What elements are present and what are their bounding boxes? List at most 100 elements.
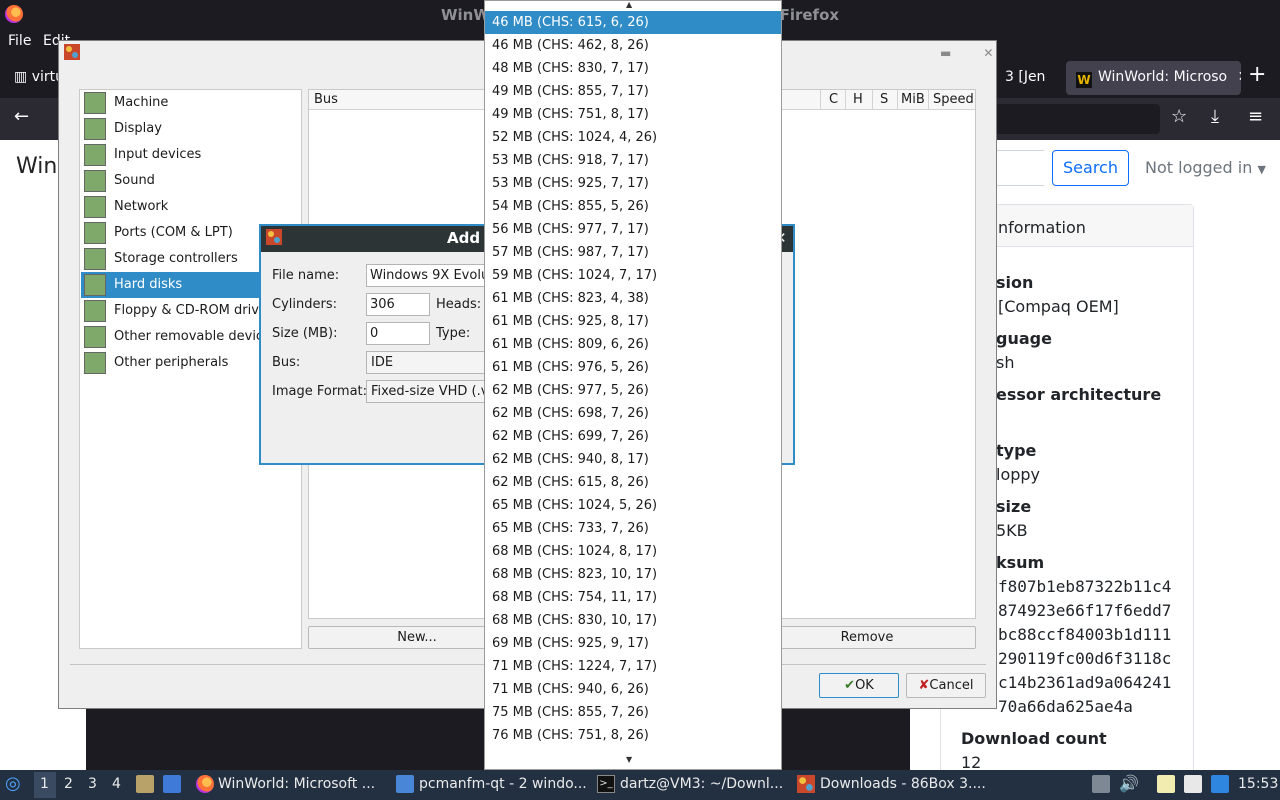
dropdown-option[interactable]: 53 MB (CHS: 918, 7, 17) bbox=[485, 149, 781, 172]
bus-select[interactable]: IDE bbox=[366, 351, 488, 374]
file-name-input[interactable]: Windows 9X Evolut bbox=[366, 264, 488, 287]
desktop-2[interactable]: 2 bbox=[64, 776, 73, 792]
dropdown-option[interactable]: 71 MB (CHS: 1224, 7, 17) bbox=[485, 655, 781, 678]
dropdown-option[interactable]: 65 MB (CHS: 733, 7, 26) bbox=[485, 517, 781, 540]
dropdown-option[interactable]: 61 MB (CHS: 925, 8, 17) bbox=[485, 310, 781, 333]
dropdown-option[interactable]: 46 MB (CHS: 615, 6, 26) bbox=[485, 11, 781, 34]
tab-winworld[interactable]: W WinWorld: Microso ✕ bbox=[1066, 61, 1241, 95]
info-label: guage bbox=[996, 329, 1052, 348]
close-tab-icon[interactable]: ✕ bbox=[1238, 69, 1241, 85]
minimize-icon[interactable]: ▬ bbox=[940, 46, 983, 60]
cylinders-input[interactable]: 306 bbox=[366, 293, 430, 316]
dropdown-option[interactable]: 68 MB (CHS: 1024, 8, 17) bbox=[485, 540, 781, 563]
column-divider bbox=[897, 90, 898, 110]
cancel-button[interactable]: ✘Cancel bbox=[906, 673, 986, 698]
scroll-up-icon[interactable]: ▲ bbox=[626, 0, 632, 9]
dropdown-option[interactable]: 48 MB (CHS: 830, 7, 17) bbox=[485, 57, 781, 80]
remove-disk-button[interactable]: Remove bbox=[758, 626, 976, 649]
ok-label: OK bbox=[855, 678, 874, 693]
site-search-input[interactable] bbox=[994, 150, 1044, 186]
dropdown-option[interactable]: 61 MB (CHS: 809, 6, 26) bbox=[485, 333, 781, 356]
dropdown-option[interactable]: 62 MB (CHS: 977, 5, 26) bbox=[485, 379, 781, 402]
dropdown-option[interactable]: 75 MB (CHS: 855, 7, 26) bbox=[485, 701, 781, 724]
desktop-1[interactable]: 1 bbox=[40, 776, 49, 792]
sidebar-item-machine[interactable]: Machine bbox=[81, 90, 302, 116]
column-s[interactable]: S bbox=[880, 92, 888, 107]
login-dropdown[interactable]: Not logged in ▼ bbox=[1145, 158, 1266, 177]
image-format-select[interactable]: Fixed-size VHD (.vh bbox=[366, 380, 488, 403]
floppy-cdrom-icon bbox=[84, 300, 106, 322]
start-menu-icon[interactable]: ◎ bbox=[5, 773, 21, 794]
new-tab-icon[interactable]: + bbox=[1248, 62, 1266, 87]
close-icon[interactable]: ✕ bbox=[983, 46, 1025, 60]
dropdown-option[interactable]: 68 MB (CHS: 754, 11, 17) bbox=[485, 586, 781, 609]
dropdown-option[interactable]: 54 MB (CHS: 855, 5, 26) bbox=[485, 195, 781, 218]
sidebar-item-input-devices[interactable]: Input devices bbox=[81, 142, 302, 168]
dropdown-option[interactable]: 56 MB (CHS: 977, 7, 17) bbox=[485, 218, 781, 241]
desktop-3[interactable]: 3 bbox=[88, 776, 97, 792]
dropdown-option[interactable]: 62 MB (CHS: 940, 8, 17) bbox=[485, 448, 781, 471]
hamburger-menu-icon[interactable]: ≡ bbox=[1248, 106, 1263, 127]
tray-device-icon[interactable] bbox=[1184, 775, 1202, 793]
dropdown-option[interactable]: 52 MB (CHS: 1024, 4, 26) bbox=[485, 126, 781, 149]
tab-jen[interactable]: 3 [Jen bbox=[995, 61, 1061, 95]
menu-file[interactable]: File bbox=[8, 33, 31, 49]
dropdown-option[interactable]: 53 MB (CHS: 925, 7, 17) bbox=[485, 172, 781, 195]
machine-icon bbox=[84, 92, 106, 114]
task-firefox[interactable]: WinWorld: Microsoft ... bbox=[218, 776, 375, 792]
column-divider bbox=[845, 90, 846, 110]
tab-virtu[interactable]: ▥ virtu bbox=[4, 61, 62, 95]
task-terminal[interactable]: dartz@VM3: ~/Downl... bbox=[620, 776, 783, 792]
dropdown-option[interactable]: 62 MB (CHS: 699, 7, 26) bbox=[485, 425, 781, 448]
sidebar-item-sound[interactable]: Sound bbox=[81, 168, 302, 194]
info-label: sion bbox=[996, 273, 1034, 292]
site-search-button[interactable]: Search bbox=[1052, 150, 1129, 186]
dropdown-option[interactable]: 68 MB (CHS: 823, 10, 17) bbox=[485, 563, 781, 586]
file-manager-icon[interactable] bbox=[163, 775, 181, 793]
task-86box[interactable]: Downloads - 86Box 3.... bbox=[820, 776, 986, 792]
downloads-icon[interactable]: ⤓ bbox=[1211, 106, 1219, 127]
tray-notes-icon[interactable] bbox=[1157, 775, 1175, 793]
caret-down-icon: ▼ bbox=[1257, 163, 1266, 176]
size-input[interactable]: 0 bbox=[366, 322, 430, 345]
dropdown-option[interactable]: 62 MB (CHS: 615, 8, 26) bbox=[485, 471, 781, 494]
dropdown-option[interactable]: 46 MB (CHS: 462, 8, 26) bbox=[485, 34, 781, 57]
volume-icon[interactable]: 🔊 bbox=[1119, 774, 1139, 793]
dropdown-option[interactable]: 61 MB (CHS: 976, 5, 26) bbox=[485, 356, 781, 379]
dropdown-option[interactable]: 62 MB (CHS: 698, 7, 26) bbox=[485, 402, 781, 425]
ok-button[interactable]: ✔OK bbox=[819, 673, 899, 698]
bookmark-star-icon[interactable]: ☆ bbox=[1171, 106, 1187, 127]
tray-network-icon[interactable] bbox=[1211, 775, 1229, 793]
show-desktop-icon[interactable] bbox=[136, 775, 154, 793]
checksum-line: f807b1eb87322b11c4 bbox=[998, 577, 1172, 596]
sidebar-item-display[interactable]: Display bbox=[81, 116, 302, 142]
sidebar-item-network[interactable]: Network bbox=[81, 194, 302, 220]
dropdown-option[interactable]: 68 MB (CHS: 830, 10, 17) bbox=[485, 609, 781, 632]
column-speed[interactable]: Speed bbox=[933, 92, 974, 107]
task-pcmanfm[interactable]: pcmanfm-qt - 2 windo... bbox=[419, 776, 587, 792]
back-icon[interactable]: ← bbox=[14, 106, 29, 127]
dropdown-option[interactable]: 49 MB (CHS: 855, 7, 17) bbox=[485, 80, 781, 103]
column-h[interactable]: H bbox=[853, 92, 863, 107]
info-value: sh bbox=[996, 353, 1015, 372]
dropdown-option[interactable]: 65 MB (CHS: 1024, 5, 26) bbox=[485, 494, 781, 517]
folder-icon bbox=[396, 775, 414, 793]
dropdown-option[interactable]: 49 MB (CHS: 751, 8, 17) bbox=[485, 103, 781, 126]
column-mib[interactable]: MiB bbox=[901, 92, 925, 107]
dropdown-option[interactable]: 61 MB (CHS: 823, 4, 38) bbox=[485, 287, 781, 310]
dropdown-option[interactable]: 76 MB (CHS: 751, 8, 26) bbox=[485, 724, 781, 747]
dropdown-option[interactable]: 57 MB (CHS: 987, 7, 17) bbox=[485, 241, 781, 264]
dropdown-option[interactable]: 71 MB (CHS: 940, 6, 26) bbox=[485, 678, 781, 701]
sidebar-item-label: Other peripherals bbox=[114, 355, 229, 370]
column-bus[interactable]: Bus bbox=[314, 92, 338, 107]
image-format-label: Image Format: bbox=[272, 384, 368, 399]
scroll-down-icon[interactable]: ▼ bbox=[626, 755, 632, 764]
dropdown-option[interactable]: 59 MB (CHS: 1024, 7, 17) bbox=[485, 264, 781, 287]
url-bar[interactable] bbox=[994, 104, 1160, 134]
column-c[interactable]: C bbox=[829, 92, 838, 107]
peripherals-icon bbox=[84, 352, 106, 374]
desktop-4[interactable]: 4 bbox=[112, 776, 121, 792]
ok-check-icon: ✔ bbox=[844, 678, 856, 693]
tray-clipboard-icon[interactable] bbox=[1092, 775, 1110, 793]
dropdown-option[interactable]: 69 MB (CHS: 925, 9, 17) bbox=[485, 632, 781, 655]
